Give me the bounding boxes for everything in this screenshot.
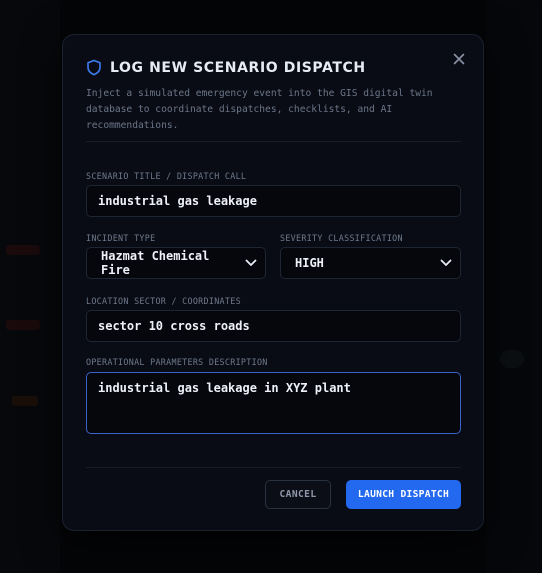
severity-label: SEVERITY CLASSIFICATION (280, 233, 403, 243)
header-divider (86, 141, 461, 142)
location-label: LOCATION SECTOR / COORDINATES (86, 296, 241, 306)
chevron-down-icon (245, 259, 257, 266)
scenario-title-input[interactable]: industrial gas leakage (86, 185, 461, 217)
chevron-down-icon (440, 259, 452, 266)
background-panel (0, 0, 60, 573)
background-panel (486, 0, 542, 573)
location-input[interactable]: sector 10 cross roads (86, 310, 461, 342)
footer-divider (86, 467, 461, 468)
background-marker (12, 396, 38, 406)
launch-dispatch-button[interactable]: LAUNCH DISPATCH (346, 480, 461, 509)
dialog-description: Inject a simulated emergency event into … (86, 88, 433, 131)
parameters-label: OPERATIONAL PARAMETERS DESCRIPTION (86, 357, 268, 367)
severity-select[interactable]: HIGH (280, 247, 461, 279)
scenario-title-label: SCENARIO TITLE / DISPATCH CALL (86, 171, 247, 181)
shield-icon (87, 59, 101, 76)
background-marker (500, 350, 524, 368)
incident-type-label: INCIDENT TYPE (86, 233, 156, 243)
severity-value: HIGH (295, 256, 324, 270)
incident-type-select[interactable]: Hazmat Chemical Fire (86, 247, 266, 279)
background-marker (6, 245, 40, 255)
dialog-header: LOG NEW SCENARIO DISPATCH (86, 59, 366, 76)
close-icon[interactable] (451, 51, 467, 67)
cancel-button[interactable]: CANCEL (265, 480, 331, 509)
background-marker (6, 320, 40, 330)
dialog-title: LOG NEW SCENARIO DISPATCH (110, 59, 366, 76)
incident-type-value: Hazmat Chemical Fire (101, 249, 210, 277)
parameters-textarea[interactable]: industrial gas leakage in XYZ plant (86, 372, 461, 434)
dispatch-dialog: LOG NEW SCENARIO DISPATCH Inject a simul… (62, 34, 484, 531)
